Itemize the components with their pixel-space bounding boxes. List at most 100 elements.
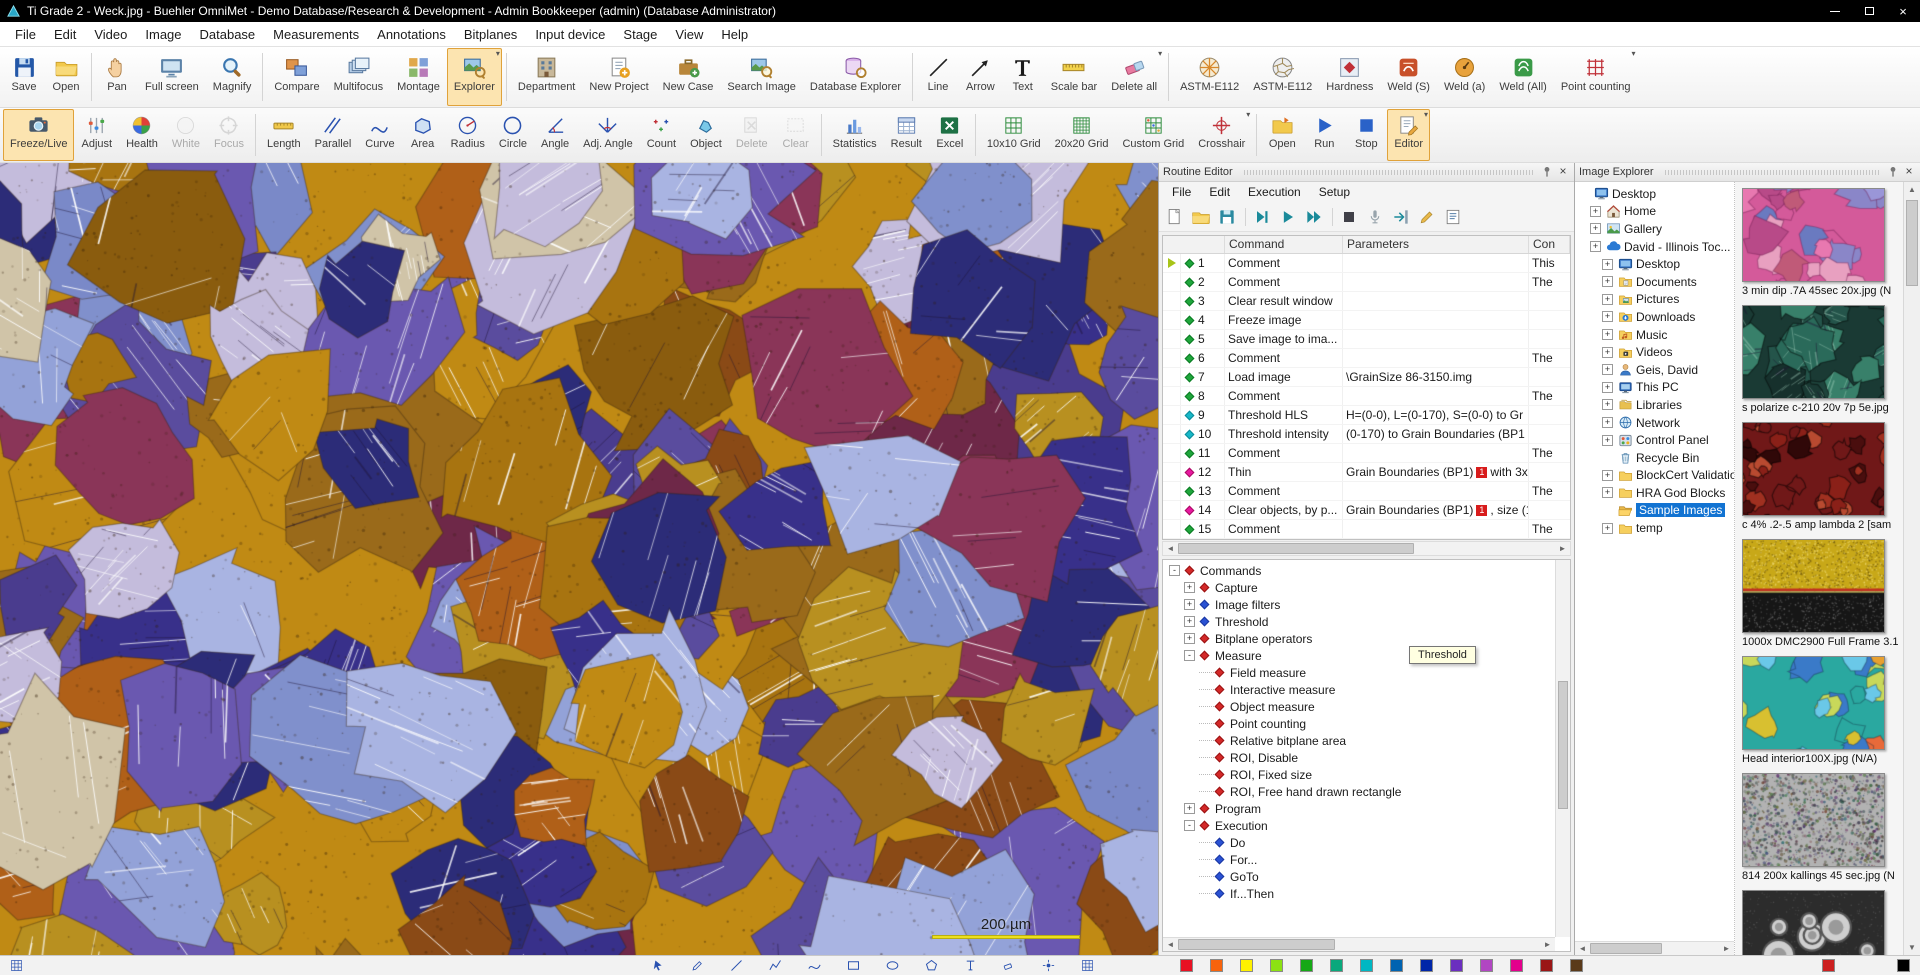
routine-close-icon[interactable]: × bbox=[1556, 165, 1570, 179]
color-swatch[interactable] bbox=[1540, 959, 1553, 972]
thumbnail-item[interactable]: Head interior100X.jpg (N/A) bbox=[1742, 656, 1901, 765]
thumbnail-item[interactable]: c 4% .2-.5 amp lambda 2 [sam bbox=[1742, 422, 1901, 531]
tb-weld-a-button[interactable]: Weld (a) bbox=[1437, 48, 1492, 106]
folder-tree-item-network[interactable]: +Network bbox=[1575, 414, 1734, 432]
tb2-angle-button[interactable]: Angle bbox=[534, 109, 576, 161]
routine-menu-setup[interactable]: Setup bbox=[1310, 183, 1359, 201]
dropdown-arrow-icon[interactable]: ▾ bbox=[496, 50, 500, 58]
thumbnail-item[interactable]: 3 min dip .7A 45sec 20x.jpg (N bbox=[1742, 188, 1901, 297]
tb2-length-button[interactable]: Length bbox=[260, 109, 308, 161]
color-swatch[interactable] bbox=[1180, 959, 1193, 972]
color-swatch[interactable] bbox=[1480, 959, 1493, 972]
tb-magnify-button[interactable]: Magnify bbox=[206, 48, 259, 106]
commands-tree-item[interactable]: -Execution bbox=[1163, 817, 1554, 834]
tb2-open-button[interactable]: Open bbox=[1261, 109, 1303, 161]
thumbnail-image[interactable] bbox=[1742, 890, 1885, 955]
tb2-object-button[interactable]: Object bbox=[683, 109, 729, 161]
color-swatch[interactable] bbox=[1240, 959, 1253, 972]
tb-search-image-button[interactable]: Search Image bbox=[720, 48, 802, 106]
eraser-tool-icon[interactable] bbox=[1001, 957, 1018, 974]
tb-open-button[interactable]: Open bbox=[45, 48, 87, 106]
thumbnail-image[interactable] bbox=[1742, 539, 1885, 633]
routine-step-row[interactable]: 4Freeze image bbox=[1163, 311, 1570, 330]
tb2-radius-button[interactable]: Radius bbox=[444, 109, 492, 161]
menu-help[interactable]: Help bbox=[712, 23, 757, 46]
expand-icon[interactable]: + bbox=[1184, 803, 1195, 814]
commands-tree-item[interactable]: ROI, Fixed size bbox=[1163, 766, 1554, 783]
close-button[interactable]: × bbox=[1886, 0, 1920, 22]
commands-tree-item[interactable]: Object measure bbox=[1163, 698, 1554, 715]
tb2-health-button[interactable]: Health bbox=[119, 109, 165, 161]
scroll-right-icon[interactable]: ► bbox=[1540, 938, 1555, 951]
routine-record-button[interactable] bbox=[1363, 205, 1387, 229]
routine-step-row[interactable]: 10Threshold intensity(0-170) to Grain Bo… bbox=[1163, 425, 1570, 444]
expand-icon[interactable]: + bbox=[1602, 259, 1613, 270]
ellipse-tool-icon[interactable] bbox=[884, 957, 901, 974]
routine-step-row[interactable]: 7Load image\GrainSize 86-3150.img bbox=[1163, 368, 1570, 387]
menu-input-device[interactable]: Input device bbox=[526, 23, 614, 46]
tb2-curve-button[interactable]: Curve bbox=[358, 109, 401, 161]
routine-run-fast-button[interactable] bbox=[1302, 205, 1326, 229]
tb-department-button[interactable]: Department bbox=[511, 48, 582, 106]
pin-icon[interactable] bbox=[1886, 165, 1900, 179]
expand-icon[interactable]: + bbox=[1602, 523, 1613, 534]
tb-full-screen-button[interactable]: Full screen bbox=[138, 48, 206, 106]
column-header-parameters[interactable]: Parameters bbox=[1343, 236, 1529, 253]
tb-point-counting-button[interactable]: Point counting▾ bbox=[1554, 48, 1638, 106]
dropdown-arrow-icon[interactable]: ▾ bbox=[1424, 111, 1428, 119]
maximize-button[interactable] bbox=[1852, 0, 1886, 22]
menu-annotations[interactable]: Annotations bbox=[368, 23, 455, 46]
tb-montage-button[interactable]: Montage bbox=[390, 48, 447, 106]
routine-menu-execution[interactable]: Execution bbox=[1239, 183, 1310, 201]
scrollbar-thumb[interactable] bbox=[1178, 939, 1335, 950]
tb2-white-button[interactable]: White bbox=[165, 109, 207, 161]
folder-tree-item-blockcert-validatio[interactable]: +BlockCert Validatio... bbox=[1575, 467, 1734, 485]
routine-step-row[interactable]: 12ThinGrain Boundaries (BP1)1with 3x... bbox=[1163, 463, 1570, 482]
tb-compare-button[interactable]: Compare bbox=[267, 48, 326, 106]
commands-tree-item[interactable]: +Program bbox=[1163, 800, 1554, 817]
commands-tree-item[interactable]: ROI, Free hand drawn rectangle bbox=[1163, 783, 1554, 800]
expand-icon[interactable]: + bbox=[1602, 487, 1613, 498]
pin-icon[interactable] bbox=[1540, 165, 1554, 179]
tb-text-button[interactable]: Text bbox=[1002, 48, 1044, 106]
tb2-adjust-button[interactable]: Adjust bbox=[74, 109, 119, 161]
color-swatch[interactable] bbox=[1450, 959, 1463, 972]
tb-weld-s-button[interactable]: Weld (S) bbox=[1380, 48, 1437, 106]
expand-icon[interactable]: + bbox=[1184, 616, 1195, 627]
tb2-custom-grid-button[interactable]: Custom Grid bbox=[1115, 109, 1191, 161]
color-swatch[interactable] bbox=[1330, 959, 1343, 972]
tb2-20x20-grid-button[interactable]: 20x20 Grid bbox=[1048, 109, 1116, 161]
tb2-parallel-button[interactable]: Parallel bbox=[308, 109, 359, 161]
folder-tree-item-sample-images[interactable]: Sample Images bbox=[1575, 502, 1734, 520]
commands-tree-item[interactable]: For... bbox=[1163, 851, 1554, 868]
folder-tree-item-desktop[interactable]: Desktop bbox=[1575, 185, 1734, 203]
scroll-left-icon[interactable]: ◄ bbox=[1163, 542, 1178, 555]
expand-icon[interactable]: + bbox=[1184, 582, 1195, 593]
folder-tree-item-david-illinois-toc[interactable]: +David - Illinois Toc... bbox=[1575, 238, 1734, 256]
commands-tree-vscrollbar[interactable] bbox=[1555, 560, 1570, 937]
collapse-icon[interactable]: - bbox=[1184, 650, 1195, 661]
commands-tree-item[interactable]: +Capture bbox=[1163, 579, 1554, 596]
color-swatch[interactable] bbox=[1420, 959, 1433, 972]
tb2-circle-button[interactable]: Circle bbox=[492, 109, 534, 161]
scroll-left-icon[interactable]: ◄ bbox=[1575, 942, 1590, 955]
expand-icon[interactable]: + bbox=[1602, 347, 1613, 358]
folder-tree-item-gallery[interactable]: +Gallery bbox=[1575, 220, 1734, 238]
expand-icon[interactable]: + bbox=[1602, 329, 1613, 340]
tb-astm-e112-button[interactable]: ASTM-E112 bbox=[1246, 48, 1319, 106]
routine-step-row[interactable]: 9Threshold HLSH=(0-0), L=(0-170), S=(0-0… bbox=[1163, 406, 1570, 425]
commands-tree-item[interactable]: If...Then bbox=[1163, 885, 1554, 902]
tb2-count-button[interactable]: Count bbox=[640, 109, 683, 161]
collapse-icon[interactable]: - bbox=[1169, 565, 1180, 576]
polygon-tool-icon[interactable] bbox=[923, 957, 940, 974]
expand-icon[interactable]: + bbox=[1602, 435, 1613, 446]
menu-bitplanes[interactable]: Bitplanes bbox=[455, 23, 526, 46]
scrollbar-thumb[interactable] bbox=[1590, 943, 1662, 954]
tb-multifocus-button[interactable]: Multifocus bbox=[327, 48, 391, 106]
scroll-right-icon[interactable]: ► bbox=[1555, 542, 1570, 555]
tb-new-case-button[interactable]: New Case bbox=[656, 48, 721, 106]
routine-new-button[interactable] bbox=[1163, 205, 1187, 229]
folder-tree-item-desktop[interactable]: +Desktop bbox=[1575, 255, 1734, 273]
tb-weld-all-button[interactable]: Weld (All) bbox=[1492, 48, 1553, 106]
commands-tree-item[interactable]: GoTo bbox=[1163, 868, 1554, 885]
